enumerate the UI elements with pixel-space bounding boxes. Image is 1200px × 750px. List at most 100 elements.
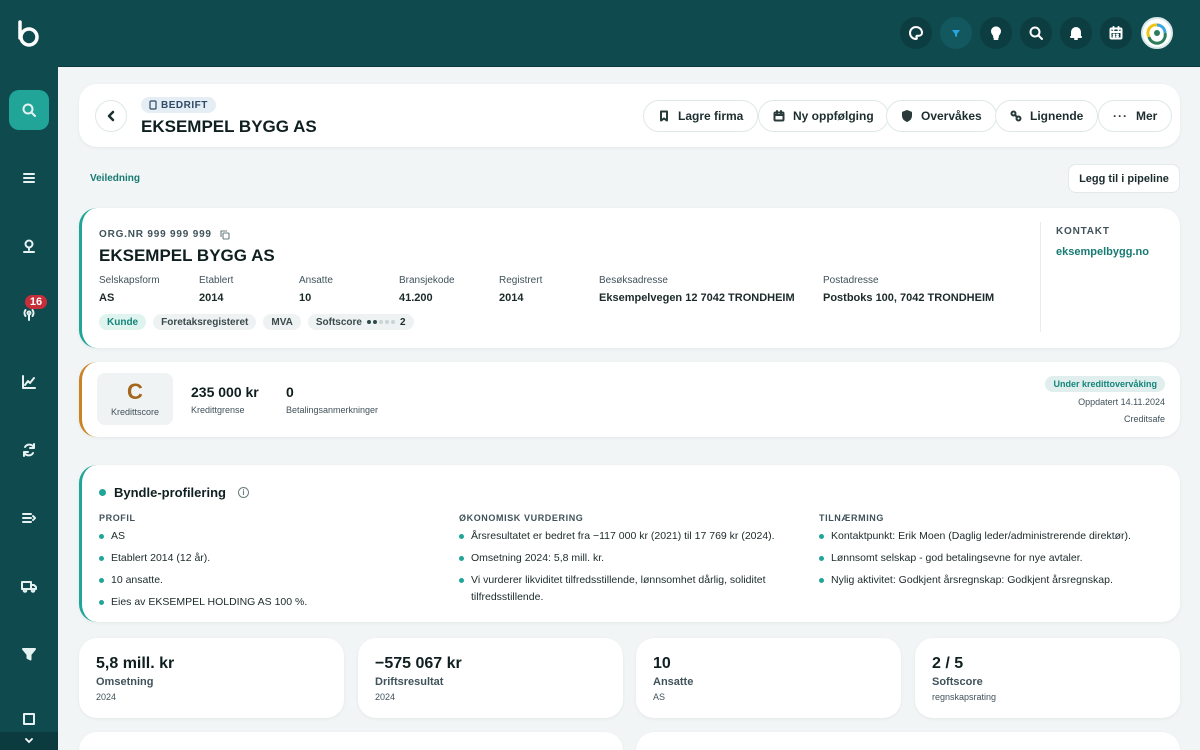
bookmark-icon xyxy=(660,110,668,122)
field-company-form: Selskapsform AS xyxy=(99,275,160,304)
link-icon xyxy=(1010,110,1022,122)
stat-value: 10 xyxy=(653,655,671,672)
add-to-pipeline-button[interactable]: Legg til i pipeline xyxy=(1068,164,1180,193)
funnel-icon xyxy=(952,30,960,37)
tag-customer: Kunde xyxy=(99,314,147,330)
tag-vat: MVA xyxy=(263,314,301,330)
theme-button[interactable] xyxy=(900,17,932,49)
calendar-button[interactable] xyxy=(1100,17,1132,49)
field-value: Postboks 100, 7042 TRONDHEIM xyxy=(823,292,995,304)
notification-badge: 16 xyxy=(25,295,47,309)
tag-business-register: Foretaksregisteret xyxy=(153,314,257,330)
search-icon xyxy=(1029,26,1043,40)
filter-icon xyxy=(22,648,36,661)
org-number-text: ORG.NR 999 999 999 xyxy=(99,229,212,240)
app-logo[interactable] xyxy=(15,20,41,48)
field-label: Besøksadresse xyxy=(599,275,668,286)
new-followup-button[interactable]: Ny oppfølging xyxy=(758,100,889,132)
sidebar-list-button[interactable] xyxy=(9,158,49,198)
save-company-button[interactable]: Lagre firma xyxy=(643,100,759,132)
stat-subtitle: 2024 xyxy=(375,692,396,702)
document-icon xyxy=(23,713,35,725)
guide-link[interactable]: Veiledning xyxy=(90,173,140,184)
refresh-icon xyxy=(23,443,35,457)
sidebar-search-button[interactable] xyxy=(9,90,49,130)
stat-value: 2 / 5 xyxy=(932,655,964,672)
chevron-left-icon xyxy=(107,110,115,122)
list-item: Eies av EKSEMPEL HOLDING AS 100 %. xyxy=(99,594,439,611)
back-button[interactable] xyxy=(95,100,127,132)
lightbulb-icon xyxy=(991,26,1001,40)
tips-button[interactable] xyxy=(980,17,1012,49)
page-title: EKSEMPEL BYGG AS xyxy=(141,117,317,136)
profiling-column-approach: TILNÆRMING Kontaktpunkt: Erik Moen (Dagl… xyxy=(819,513,1169,594)
softscore-value: 2 xyxy=(399,316,406,328)
sidebar-collapse-toggle[interactable] xyxy=(0,732,58,750)
search-button[interactable] xyxy=(1020,17,1052,49)
company-header: BEDRIFT EKSEMPEL BYGG AS Lagre firma Ny … xyxy=(79,84,1180,147)
section-card-partial xyxy=(79,732,623,750)
field-value: AS xyxy=(99,292,115,304)
profiling-card: Byndle-profilering i PROFIL AS Etablert … xyxy=(79,465,1180,622)
sidebar-sync-button[interactable] xyxy=(9,430,49,470)
notifications-button[interactable] xyxy=(1060,17,1092,49)
column-heading: PROFIL xyxy=(99,513,136,523)
copy-icon[interactable] xyxy=(220,229,230,240)
new-followup-label: Ny oppfølging xyxy=(793,109,874,123)
sidebar-document-button[interactable] xyxy=(9,705,49,735)
stat-subtitle: regnskapsrating xyxy=(932,692,997,702)
credit-card: C Kredittscore 235 000 kr Kredittgrense … xyxy=(79,362,1180,437)
sidebar-location-button[interactable] xyxy=(9,226,49,266)
user-avatar[interactable] xyxy=(1141,17,1173,49)
truck-icon xyxy=(21,581,37,593)
credit-score-label: Kredittscore xyxy=(110,407,160,417)
org-number: ORG.NR 999 999 999 xyxy=(99,229,230,240)
company-info-card: ORG.NR 999 999 999 EKSEMPEL BYGG AS Sels… xyxy=(79,208,1180,348)
sidebar-analytics-button[interactable] xyxy=(9,362,49,402)
column-heading: ØKONOMISK VURDERING xyxy=(459,513,584,523)
stat-card-softscore: 2 / 5 Softscore regnskapsrating xyxy=(915,638,1180,718)
list-item: AS xyxy=(99,528,439,545)
building-icon xyxy=(149,100,157,110)
field-employees: Ansatte 10 xyxy=(299,275,333,304)
profiling-column-economy: ØKONOMISK VURDERING Årsresultatet er bed… xyxy=(459,513,804,611)
similar-companies-button[interactable]: Lignende xyxy=(995,100,1099,132)
website-link[interactable]: eksempelbygg.no xyxy=(1056,246,1149,258)
list-item: Lønnsomt selskap - god betalingsevne for… xyxy=(819,550,1169,567)
credit-monitoring-badge: Under kredittovervåking xyxy=(1045,376,1165,392)
sidebar-delivery-button[interactable] xyxy=(9,566,49,606)
profiling-title: Byndle-profilering i xyxy=(99,485,249,500)
chevron-down-icon xyxy=(25,738,33,744)
calendar-icon xyxy=(1109,26,1123,40)
list-item: Nylig aktivitet: Godkjent årsregnskap: G… xyxy=(819,572,1169,589)
credit-limit: 235 000 kr Kredittgrense xyxy=(191,384,259,415)
search-icon xyxy=(22,103,36,117)
stat-card-revenue: 5,8 mill. kr Omsetning 2024 xyxy=(79,638,344,718)
payment-remarks-value: 0 xyxy=(286,384,294,400)
credit-score-grade: C xyxy=(127,379,143,404)
field-label: Etablert xyxy=(199,275,234,286)
info-icon[interactable]: i xyxy=(237,487,249,498)
stat-label: Softscore xyxy=(932,676,983,688)
sidebar-filter-button[interactable] xyxy=(9,634,49,674)
save-company-label: Lagre firma xyxy=(678,109,744,123)
profiling-column-profile: PROFIL AS Etablert 2014 (12 år). 10 ansa… xyxy=(99,513,439,616)
field-value: 10 xyxy=(299,292,312,304)
more-button[interactable]: ··· Mer xyxy=(1098,100,1173,132)
stat-label: Omsetning xyxy=(96,676,154,688)
bell-icon xyxy=(1070,27,1082,40)
credit-score-box: C Kredittscore xyxy=(97,373,173,425)
field-label: Ansatte xyxy=(299,275,333,286)
softscore-dots xyxy=(366,320,395,324)
credit-updated-date: Oppdatert 14.11.2024 xyxy=(1078,397,1165,407)
monitored-button[interactable]: Overvåkes xyxy=(886,100,997,132)
field-value: 2014 xyxy=(199,292,224,304)
list-icon xyxy=(23,173,35,183)
sidebar-tasks-button[interactable] xyxy=(9,498,49,538)
field-label: Postadresse xyxy=(823,275,879,286)
shield-icon xyxy=(902,110,912,122)
softscore-label: Softscore xyxy=(315,316,362,328)
filter-button[interactable] xyxy=(940,17,972,49)
field-value: 2014 xyxy=(499,292,524,304)
tag-softscore: Softscore 2 xyxy=(307,314,414,330)
